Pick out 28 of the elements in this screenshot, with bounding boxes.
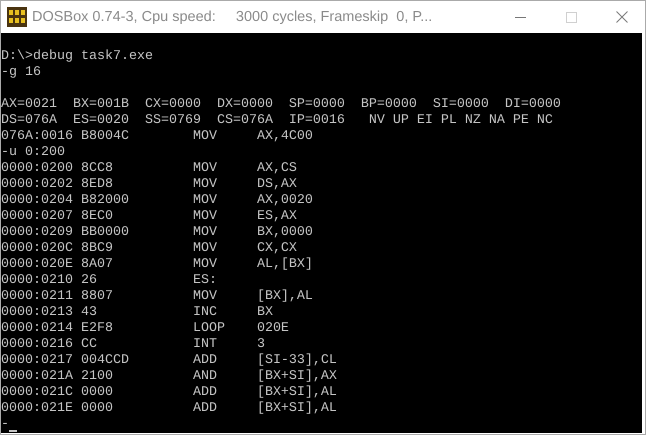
terminal-line: 0000:020E 8A07 MOV AL,[BX] (1, 257, 313, 273)
terminal-line: 076A:0016 B8004C MOV AX,4C00 (1, 129, 313, 145)
terminal-line: 0000:0209 BB0000 MOV BX,0000 (1, 225, 313, 241)
window-title: DOSBox 0.74-3, Cpu speed: 3000 cycles, Frameskip 0, P... (32, 9, 434, 25)
terminal-line: - (1, 417, 9, 433)
terminal-line: DS=076A ES=0020 SS=0769 CS=076A IP=0016 NV UP EI PL NZ NA PE NC (1, 113, 553, 129)
terminal-line: 0000:0202 8ED8 MOV DS,AX (1, 177, 297, 193)
terminal-line: -u 0:200 (1, 145, 65, 161)
terminal-line: 0000:021A 2100 AND [BX+SI],AX (1, 369, 337, 385)
terminal-line: 0000:020C 8BC9 MOV CX,CX (1, 241, 297, 257)
terminal-line: 0000:0210 26 ES: (1, 273, 217, 289)
terminal-line: 0000:021E 0000 ADD [BX+SI],AL (1, 401, 337, 417)
terminal-line: 0000:021C 0000 ADD [BX+SI],AL (1, 385, 337, 401)
close-icon (616, 11, 628, 23)
terminal-line: AX=0021 BX=001B CX=0000 DX=0000 SP=0000 BP=0000 SI=0000 DI=0000 (1, 96, 561, 113)
terminal-line: 0000:0207 8EC0 MOV ES,AX (1, 209, 297, 225)
terminal-line: 0000:0200 8CC8 MOV AX,CS (1, 161, 297, 177)
terminal-line: -g 16 (1, 65, 41, 81)
terminal-line: 0000:0211 8807 MOV [BX],AL (1, 289, 313, 305)
minimize-icon (514, 16, 526, 18)
terminal-line: 0000:0217 004CCD ADD [SI-33],CL (1, 353, 337, 369)
terminal-line: 0000:0213 43 INC BX (1, 305, 273, 321)
terminal-line: 0000:0204 B82000 MOV AX,0020 (1, 193, 313, 209)
terminal-line: 0000:0216 CC INT 3 (1, 337, 265, 353)
terminal-line: 0000:0214 E2F8 LOOP 020E (1, 321, 289, 337)
maximize-icon (566, 12, 576, 22)
app-logo-icon (7, 7, 27, 27)
terminal-line: D:\>debug task7.exe (1, 48, 153, 65)
